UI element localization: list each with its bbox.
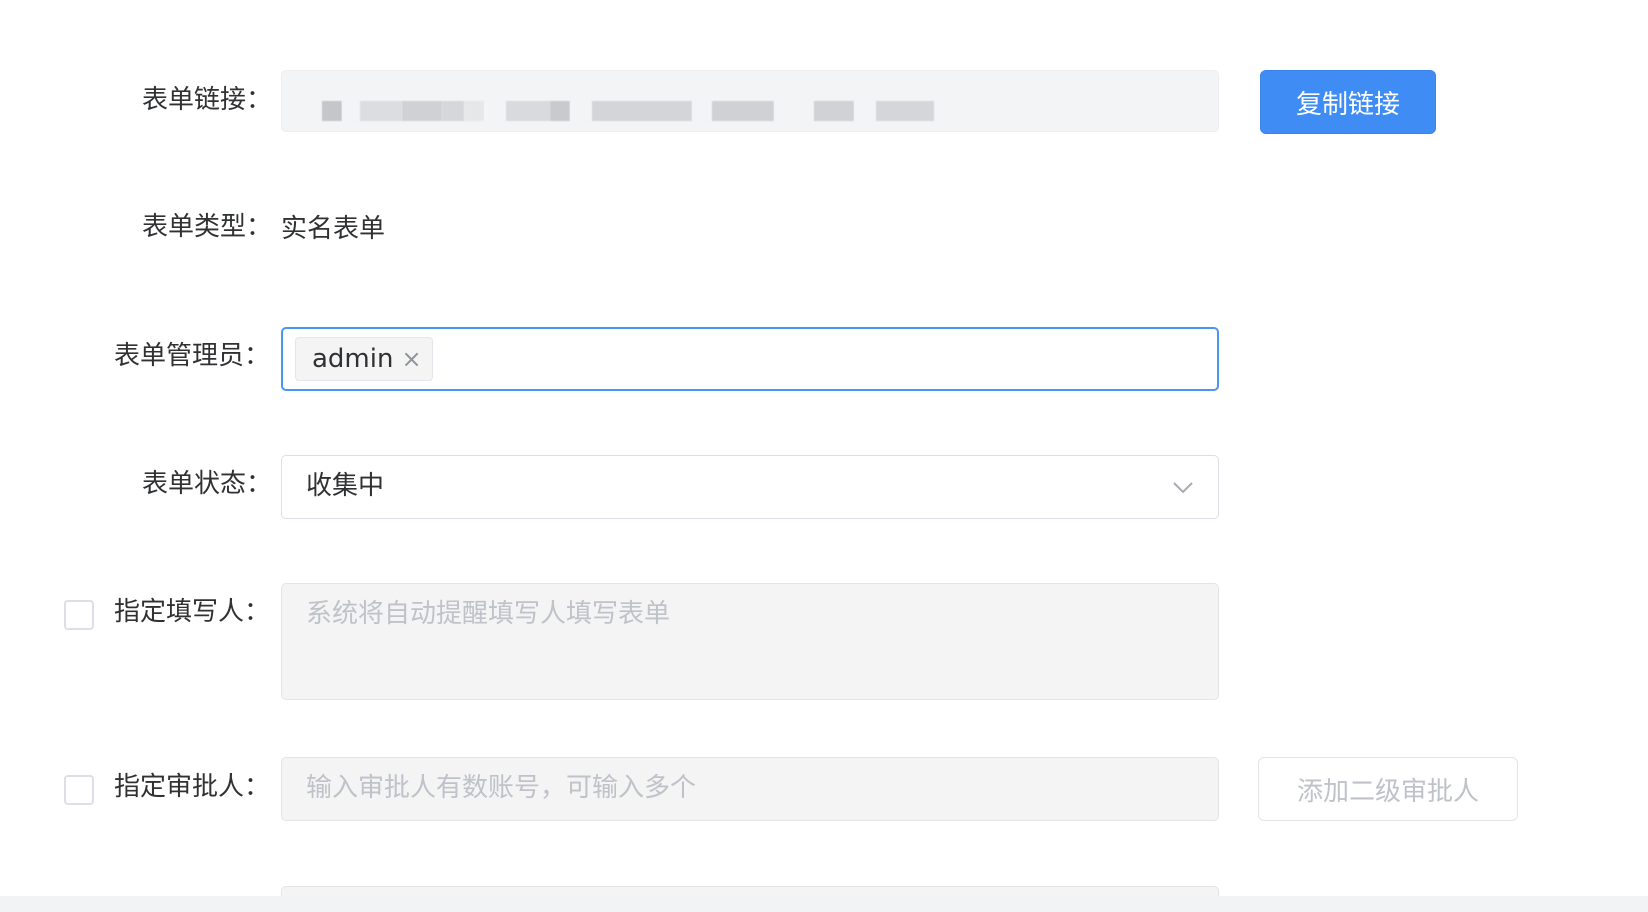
form-link-field[interactable] [281,70,1219,132]
assign-approver-label: 指定审批人： [114,772,271,802]
blurred-link-text [322,101,934,121]
assign-approver-input[interactable]: 输入审批人有数账号，可输入多个 [281,757,1219,821]
assign-approver-checkbox[interactable] [64,775,94,805]
assign-fillers-textarea[interactable]: 系统将自动提醒填写人填写表单 [281,583,1219,700]
admin-tag-label: admin [312,344,394,374]
form-admin-label: 表单管理员： [114,341,271,371]
add-second-approver-button[interactable]: 添加二级审批人 [1258,757,1518,821]
chevron-down-icon [1173,482,1193,494]
assign-fillers-placeholder: 系统将自动提醒填写人填写表单 [306,599,671,629]
form-status-label: 表单状态： [142,469,273,499]
assign-approver-placeholder: 输入审批人有数账号，可输入多个 [306,773,697,803]
form-settings-page: 表单链接： 复制链接 表单类型： 实名表单 表单管理员： admin × 表单状… [0,0,1648,912]
form-type-label: 表单类型： [142,212,273,242]
close-icon[interactable]: × [401,345,421,373]
form-status-select[interactable]: 收集中 [281,455,1219,519]
form-link-label: 表单链接： [142,85,273,115]
assign-fillers-checkbox[interactable] [64,600,94,630]
form-status-selected: 收集中 [306,471,385,501]
form-type-value: 实名表单 [281,214,386,244]
page-bottom-strip [0,896,1648,912]
assign-fillers-label: 指定填写人： [114,597,271,627]
form-admin-input[interactable]: admin × [281,327,1219,391]
copy-link-button[interactable]: 复制链接 [1260,70,1436,134]
admin-tag: admin × [295,337,433,381]
